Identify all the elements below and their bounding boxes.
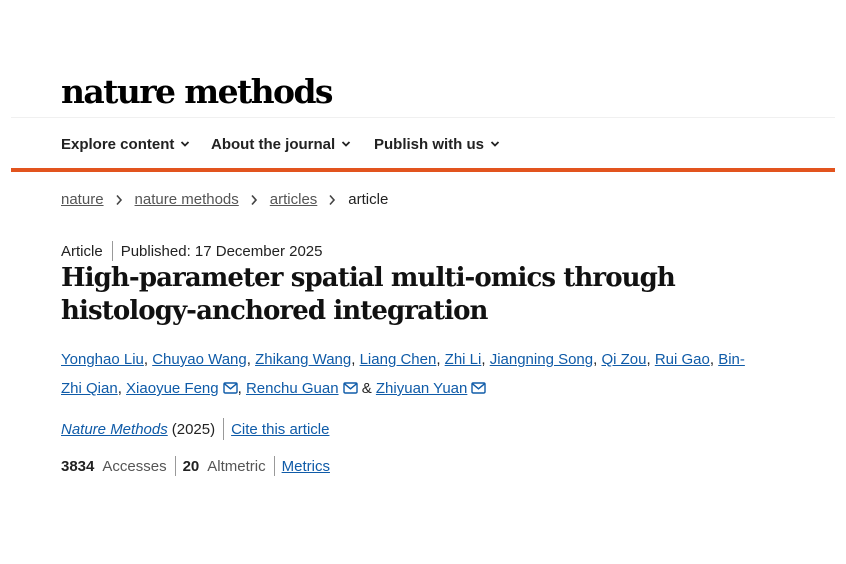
author-link[interactable]: Chuyao Wang (152, 351, 247, 368)
article-title: High-parameter spatial multi-omics throu… (61, 263, 676, 326)
nav-about-the-journal[interactable]: About the journal (211, 132, 374, 156)
metrics-divider (273, 456, 275, 476)
chevron-right-icon (329, 194, 336, 205)
breadcrumb-articles[interactable]: articles (270, 191, 318, 208)
author-separator: , (646, 351, 655, 368)
breadcrumb: nature nature methods articles article (61, 191, 388, 208)
nav-item-label: About the journal (211, 135, 336, 153)
article-meta: Article Published: 17 December 2025 (61, 241, 322, 261)
altmetric-label: Altmetric (207, 457, 266, 475)
author-link[interactable]: Zhiyuan Yuan (376, 380, 467, 397)
author-separator: , (237, 380, 246, 397)
article-metrics: 3834 Accesses 20 Altmetric Metrics (61, 456, 330, 476)
nav-item-label: Explore content (61, 135, 175, 153)
author-link[interactable]: Renchu Guan (246, 380, 339, 397)
author-separator: , (246, 351, 256, 368)
author-separator: , (143, 351, 153, 368)
chevron-down-icon (181, 141, 190, 147)
author-link[interactable]: Rui Gao (655, 351, 710, 368)
author-link[interactable]: Xiaoyue Feng (126, 380, 219, 397)
breadcrumb-nature-methods[interactable]: nature methods (135, 191, 239, 208)
metrics-link[interactable]: Metrics (282, 458, 330, 475)
chevron-right-icon (115, 194, 122, 205)
main-nav: Explore content About the journal Publis… (61, 132, 500, 156)
email-icon[interactable] (342, 382, 358, 394)
accesses-label: Accesses (102, 457, 167, 475)
breadcrumb-nature[interactable]: nature (61, 191, 104, 208)
author-separator: , (351, 351, 360, 368)
author-separator: & (357, 380, 376, 397)
journal-name-link[interactable]: Nature Methods (61, 421, 168, 438)
email-icon[interactable] (222, 382, 238, 394)
header-divider (11, 117, 835, 118)
nav-item-label: Publish with us (374, 135, 485, 153)
author-link[interactable]: Qi Zou (601, 351, 646, 368)
chevron-right-icon (251, 194, 257, 205)
author-link[interactable]: Zhikang Wang (255, 351, 351, 368)
article-type: Article (61, 242, 103, 260)
author-link[interactable]: Zhi Li (445, 351, 482, 368)
accesses-count: 3834 (61, 457, 95, 475)
chevron-down-icon (342, 141, 351, 147)
cite-this-article-link[interactable]: Cite this article (231, 421, 329, 438)
altmetric-count: 20 (182, 457, 200, 475)
header-accent-bar (11, 168, 835, 172)
author-separator: , (117, 380, 127, 397)
email-icon[interactable] (471, 382, 487, 394)
nav-explore-content[interactable]: Explore content (61, 132, 211, 156)
author-link[interactable]: Yonghao Liu (61, 351, 144, 368)
author-separator: , (481, 351, 490, 368)
author-link[interactable]: Liang Chen (360, 351, 437, 368)
nav-publish-with-us[interactable]: Publish with us (374, 132, 500, 156)
meta-divider (111, 241, 113, 261)
author-list: Yonghao Liu, Chuyao Wang, Zhikang Wang, … (61, 345, 751, 403)
author-separator: , (436, 351, 445, 368)
publication-year: (2025) (171, 420, 216, 438)
metrics-divider (174, 456, 176, 476)
author-separator: , (709, 351, 719, 368)
nature-methods-logo[interactable]: nature methods (61, 72, 334, 112)
breadcrumb-current: article (348, 191, 389, 208)
published-date: Published: 17 December 2025 (120, 242, 323, 260)
journal-divider (223, 418, 225, 440)
chevron-down-icon (490, 141, 500, 147)
author-link[interactable]: Jiangning Song (490, 351, 593, 368)
journal-line: Nature Methods (2025) Cite this article (61, 418, 329, 440)
